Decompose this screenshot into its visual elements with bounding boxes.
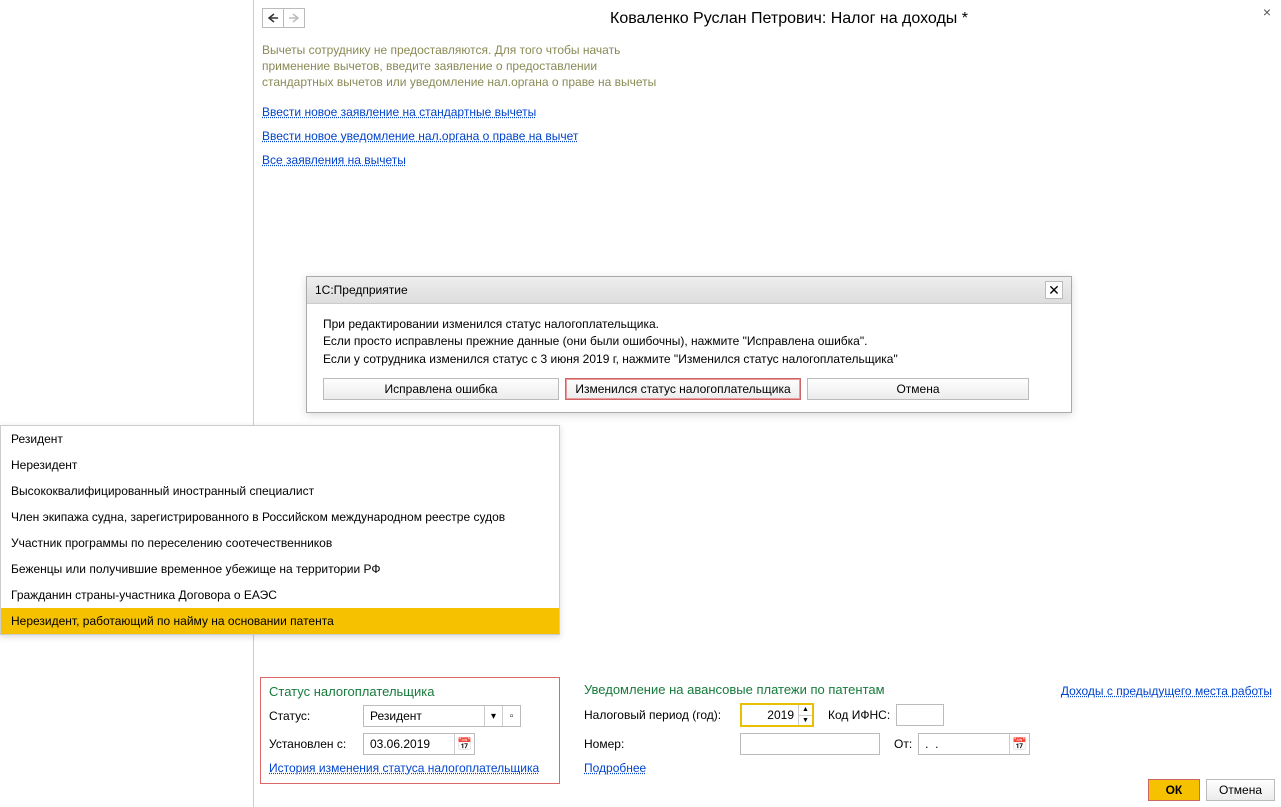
window-title: Коваленко Руслан Петрович: Налог на дохо…	[305, 4, 1273, 32]
link-new-standard-deduction[interactable]: Ввести новое заявление на стандартные вы…	[262, 105, 536, 119]
from-date[interactable]: 📅	[918, 733, 1030, 755]
calendar-icon[interactable]: 📅	[1009, 734, 1029, 754]
nav-forward-button[interactable]	[283, 8, 305, 28]
number-label: Номер:	[584, 737, 734, 751]
arrow-right-icon	[288, 13, 300, 23]
period-input[interactable]	[742, 705, 798, 725]
spin-up-button[interactable]: ▲	[798, 705, 812, 715]
calendar-icon[interactable]: 📅	[454, 734, 474, 754]
dropdown-item-selected[interactable]: Нерезидент, работающий по найму на основ…	[1, 608, 559, 634]
ifns-label: Код ИФНС:	[828, 708, 890, 722]
status-change-modal: 1С:Предприятие ✕ При редактировании изме…	[306, 276, 1072, 413]
status-history-link[interactable]: История изменения статуса налогоплательщ…	[269, 761, 539, 775]
spin-down-button[interactable]: ▼	[798, 715, 812, 726]
dropdown-item[interactable]: Резидент	[1, 426, 559, 452]
period-row: Налоговый период (год): ▲ ▼ Код ИФНС:	[584, 703, 984, 727]
taxpayer-status-section: Статус налогоплательщика Статус: ▾ ▫ Уст…	[260, 677, 560, 784]
advance-section-title: Уведомление на авансовые платежи по пате…	[584, 682, 984, 697]
modal-line3: Если у сотрудника изменился статус с 3 и…	[323, 351, 1055, 368]
tax-period-spinner[interactable]: ▲ ▼	[740, 703, 814, 727]
previous-income-link[interactable]: Доходы с предыдущего места работы	[1061, 680, 1272, 698]
nav-back-button[interactable]	[262, 8, 284, 28]
dropdown-item[interactable]: Участник программы по переселению соотеч…	[1, 530, 559, 556]
set-from-label: Установлен с:	[269, 737, 357, 751]
dropdown-item[interactable]: Беженцы или получившие временное убежище…	[1, 556, 559, 582]
status-input[interactable]	[364, 706, 484, 726]
lower-pane: Статус налогоплательщика Статус: ▾ ▫ Уст…	[256, 680, 1276, 787]
dropdown-item[interactable]: Член экипажа судна, зарегистрированного …	[1, 504, 559, 530]
modal-buttons: Исправлена ошибка Изменился статус налог…	[323, 378, 1055, 400]
modal-title: 1С:Предприятие	[315, 283, 408, 297]
modal-close-button[interactable]: ✕	[1045, 281, 1063, 299]
combo-open-button[interactable]: ▫	[502, 706, 520, 726]
status-combo[interactable]: ▾ ▫	[363, 705, 521, 727]
from-label: От:	[894, 737, 912, 751]
window-close-button[interactable]: ×	[1259, 4, 1275, 20]
modal-status-changed-button[interactable]: Изменился статус налогоплательщика	[565, 378, 801, 400]
links-block: Ввести новое заявление на стандартные вы…	[254, 97, 1281, 175]
status-row: Статус: ▾ ▫	[269, 705, 551, 727]
notice-number-input[interactable]	[740, 733, 880, 755]
link-new-tax-notice[interactable]: Ввести новое уведомление нал.органа о пр…	[262, 129, 578, 143]
from-date-input[interactable]	[919, 734, 1009, 754]
modal-line2: Если просто исправлены прежние данные (о…	[323, 333, 1055, 350]
modal-body: При редактировании изменился статус нало…	[307, 304, 1071, 412]
set-from-input[interactable]	[364, 734, 454, 754]
arrow-left-icon	[267, 13, 279, 23]
taxpayer-section-title: Статус налогоплательщика	[269, 684, 551, 699]
status-label: Статус:	[269, 709, 357, 723]
number-row: Номер: От: 📅	[584, 733, 984, 755]
modal-header: 1С:Предприятие ✕	[307, 277, 1071, 304]
modal-fixed-error-button[interactable]: Исправлена ошибка	[323, 378, 559, 400]
dropdown-item[interactable]: Высококвалифицированный иностранный спец…	[1, 478, 559, 504]
dropdown-item[interactable]: Нерезидент	[1, 452, 559, 478]
link-all-applications[interactable]: Все заявления на вычеты	[262, 153, 406, 167]
deductions-hint: Вычеты сотруднику не предоставляются. Дл…	[254, 36, 674, 97]
set-from-row: Установлен с: 📅	[269, 733, 551, 755]
dropdown-item[interactable]: Гражданин страны-участника Договора о ЕА…	[1, 582, 559, 608]
spin-buttons: ▲ ▼	[798, 705, 812, 725]
modal-cancel-button[interactable]: Отмена	[807, 378, 1029, 400]
combo-dropdown-button[interactable]: ▾	[484, 706, 502, 726]
set-from-date[interactable]: 📅	[363, 733, 475, 755]
toolbar: Коваленко Руслан Петрович: Налог на дохо…	[254, 0, 1281, 36]
modal-line1: При редактировании изменился статус нало…	[323, 316, 1055, 333]
modal-text: При редактировании изменился статус нало…	[323, 316, 1055, 368]
status-dropdown-list: Резидент Нерезидент Высококвалифицирован…	[0, 425, 560, 635]
patent-advance-section: Уведомление на авансовые платежи по пате…	[584, 680, 984, 775]
period-label: Налоговый период (год):	[584, 708, 734, 722]
ifns-code-input[interactable]	[896, 704, 944, 726]
advance-details-link[interactable]: Подробнее	[584, 761, 646, 775]
